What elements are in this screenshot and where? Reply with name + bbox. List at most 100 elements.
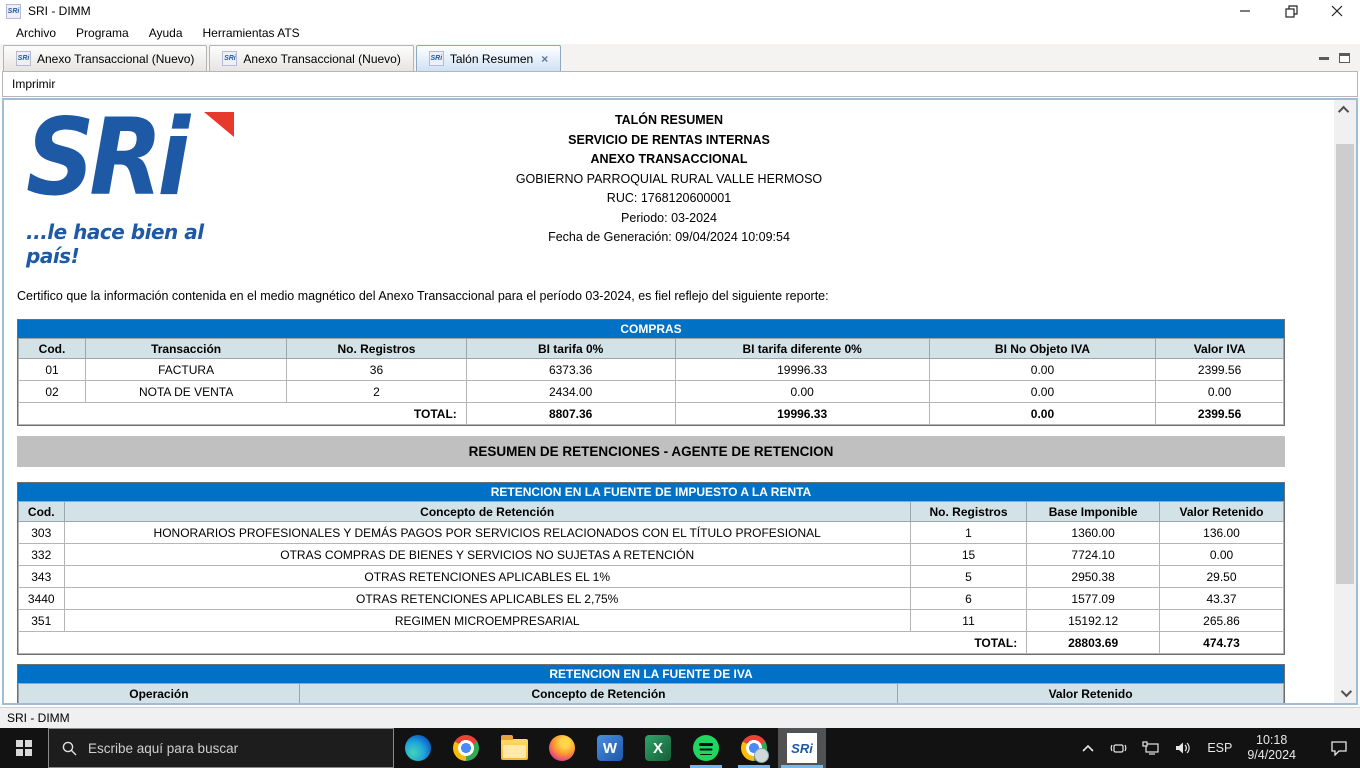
table-cell: 0.00 — [675, 381, 929, 403]
word-icon: W — [597, 735, 623, 761]
column-header: Valor Retenido — [1160, 502, 1284, 522]
generation-date: Fecha de Generación: 09/04/2024 10:09:54 — [4, 228, 1334, 248]
table-cell: 6373.36 — [466, 359, 675, 381]
tab-close-icon[interactable]: × — [541, 54, 548, 64]
table-cell: FACTURA — [86, 359, 287, 381]
table-cell: 29.50 — [1160, 566, 1284, 588]
minimize-view-icon[interactable] — [1319, 57, 1329, 60]
table-cell: 01 — [19, 359, 86, 381]
chrome-icon — [453, 735, 479, 761]
taskbar-spotify[interactable] — [682, 728, 730, 768]
firefox-icon — [549, 735, 575, 761]
scroll-down-icon[interactable] — [1334, 683, 1356, 703]
table-cell: 0.00 — [1160, 544, 1284, 566]
vertical-scrollbar[interactable] — [1334, 100, 1356, 703]
hidden-icons-chevron-icon[interactable] — [1081, 743, 1095, 754]
taskbar-file-explorer[interactable] — [490, 728, 538, 768]
action-center-icon[interactable] — [1330, 740, 1348, 756]
table-cell: 0.00 — [929, 381, 1155, 403]
renta-table-title: RETENCION EN LA FUENTE DE IMPUESTO A LA … — [18, 483, 1284, 501]
table-row: 332 OTRAS COMPRAS DE BIENES Y SERVICIOS … — [19, 544, 1284, 566]
taskbar-search[interactable] — [48, 728, 394, 768]
scroll-up-icon[interactable] — [1334, 100, 1356, 120]
column-header: No. Registros — [910, 502, 1026, 522]
menu-herramientas-ats[interactable]: Herramientas ATS — [193, 24, 310, 42]
iva-table-title: RETENCION EN LA FUENTE DE IVA — [18, 665, 1284, 683]
total-row: TOTAL: 28803.69 474.73 — [19, 632, 1284, 654]
column-header: BI No Objeto IVA — [929, 339, 1155, 359]
minimize-button[interactable] — [1222, 0, 1268, 22]
edge-icon — [405, 735, 431, 761]
table-cell: REGIMEN MICROEMPRESARIAL — [64, 610, 910, 632]
taskbar-clock[interactable]: 10:18 9/4/2024 — [1247, 733, 1296, 763]
title-bar: SRi SRI - DIMM — [0, 0, 1360, 22]
view-buttons — [1319, 53, 1360, 71]
column-header: Valor Retenido — [898, 684, 1284, 704]
table-cell: OTRAS RETENCIONES APLICABLES EL 1% — [64, 566, 910, 588]
total-cell: 0.00 — [929, 403, 1155, 425]
sri-tab-icon: SRi — [222, 51, 237, 66]
table-row: 3440 OTRAS RETENCIONES APLICABLES EL 2,7… — [19, 588, 1284, 610]
column-header: BI tarifa 0% — [466, 339, 675, 359]
report-header: TALÓN RESUMEN SERVICIO DE RENTAS INTERNA… — [4, 111, 1334, 248]
taskbar-edge[interactable] — [394, 728, 442, 768]
menu-archivo[interactable]: Archivo — [6, 24, 66, 42]
column-header: Transacción — [86, 339, 287, 359]
table-row: 303 HONORARIOS PROFESIONALES Y DEMÁS PAG… — [19, 522, 1284, 544]
tab-anexo-transaccional-2[interactable]: SRi Anexo Transaccional (Nuevo) — [209, 45, 413, 71]
clock-time: 10:18 — [1247, 733, 1296, 748]
table-cell: 2950.38 — [1027, 566, 1160, 588]
taskbar-word[interactable]: W — [586, 728, 634, 768]
table-cell: 1 — [910, 522, 1026, 544]
table-cell: 36 — [287, 359, 467, 381]
taskbar-excel[interactable]: X — [634, 728, 682, 768]
taskbar-firefox[interactable] — [538, 728, 586, 768]
total-label: TOTAL: — [19, 632, 1027, 654]
sri-tab-icon: SRi — [16, 51, 31, 66]
volume-icon[interactable] — [1175, 741, 1192, 755]
table-cell: 3440 — [19, 588, 65, 610]
tab-talon-resumen[interactable]: SRi Talón Resumen × — [416, 45, 561, 71]
menu-programa[interactable]: Programa — [66, 24, 139, 42]
imprimir-button[interactable]: Imprimir — [12, 77, 55, 91]
tab-anexo-transaccional-1[interactable]: SRi Anexo Transaccional (Nuevo) — [3, 45, 207, 71]
table-cell: HONORARIOS PROFESIONALES Y DEMÁS PAGOS P… — [64, 522, 910, 544]
certification-text: Certifico que la información contenida e… — [17, 289, 829, 303]
view-toolbar: Imprimir — [2, 71, 1358, 97]
menu-ayuda[interactable]: Ayuda — [139, 24, 193, 42]
status-bar: SRI - DIMM — [0, 707, 1360, 728]
close-button[interactable] — [1314, 0, 1360, 22]
window-title: SRI - DIMM — [28, 4, 91, 18]
table-cell: 343 — [19, 566, 65, 588]
maximize-view-icon[interactable] — [1339, 53, 1350, 63]
column-header: Valor IVA — [1156, 339, 1284, 359]
taskbar-chrome-profile[interactable] — [730, 728, 778, 768]
retenciones-banner: RESUMEN DE RETENCIONES - AGENTE DE RETEN… — [17, 436, 1285, 467]
table-cell: 332 — [19, 544, 65, 566]
search-input[interactable] — [88, 741, 368, 756]
taskbar-sri-dimm[interactable]: SRi — [778, 728, 826, 768]
network-icon[interactable] — [1142, 741, 1160, 755]
total-cell: 474.73 — [1160, 632, 1284, 654]
start-button[interactable] — [0, 728, 48, 768]
taskbar-chrome[interactable] — [442, 728, 490, 768]
table-cell: 351 — [19, 610, 65, 632]
table-cell: 15 — [910, 544, 1026, 566]
scrollbar-thumb[interactable] — [1336, 144, 1354, 584]
tab-label: Talón Resumen — [450, 52, 533, 66]
table-cell: 2399.56 — [1156, 359, 1284, 381]
language-indicator[interactable]: ESP — [1207, 741, 1232, 755]
windows-taskbar: W X SRi ESP 10:18 9/4/2024 — [0, 728, 1360, 768]
column-header: Concepto de Retención — [64, 502, 910, 522]
column-header: BI tarifa diferente 0% — [675, 339, 929, 359]
restore-button[interactable] — [1268, 0, 1314, 22]
compras-table: COMPRAS Cod. Transacción No. Registros B… — [17, 319, 1285, 426]
column-header: Concepto de Retención — [299, 684, 897, 704]
search-icon — [62, 741, 77, 756]
table-cell: 303 — [19, 522, 65, 544]
menu-bar: Archivo Programa Ayuda Herramientas ATS — [0, 22, 1360, 44]
report-period: Periodo: 03-2024 — [4, 209, 1334, 229]
meet-now-icon[interactable] — [1110, 741, 1127, 756]
tab-label: Anexo Transaccional (Nuevo) — [243, 52, 400, 66]
table-cell: 02 — [19, 381, 86, 403]
